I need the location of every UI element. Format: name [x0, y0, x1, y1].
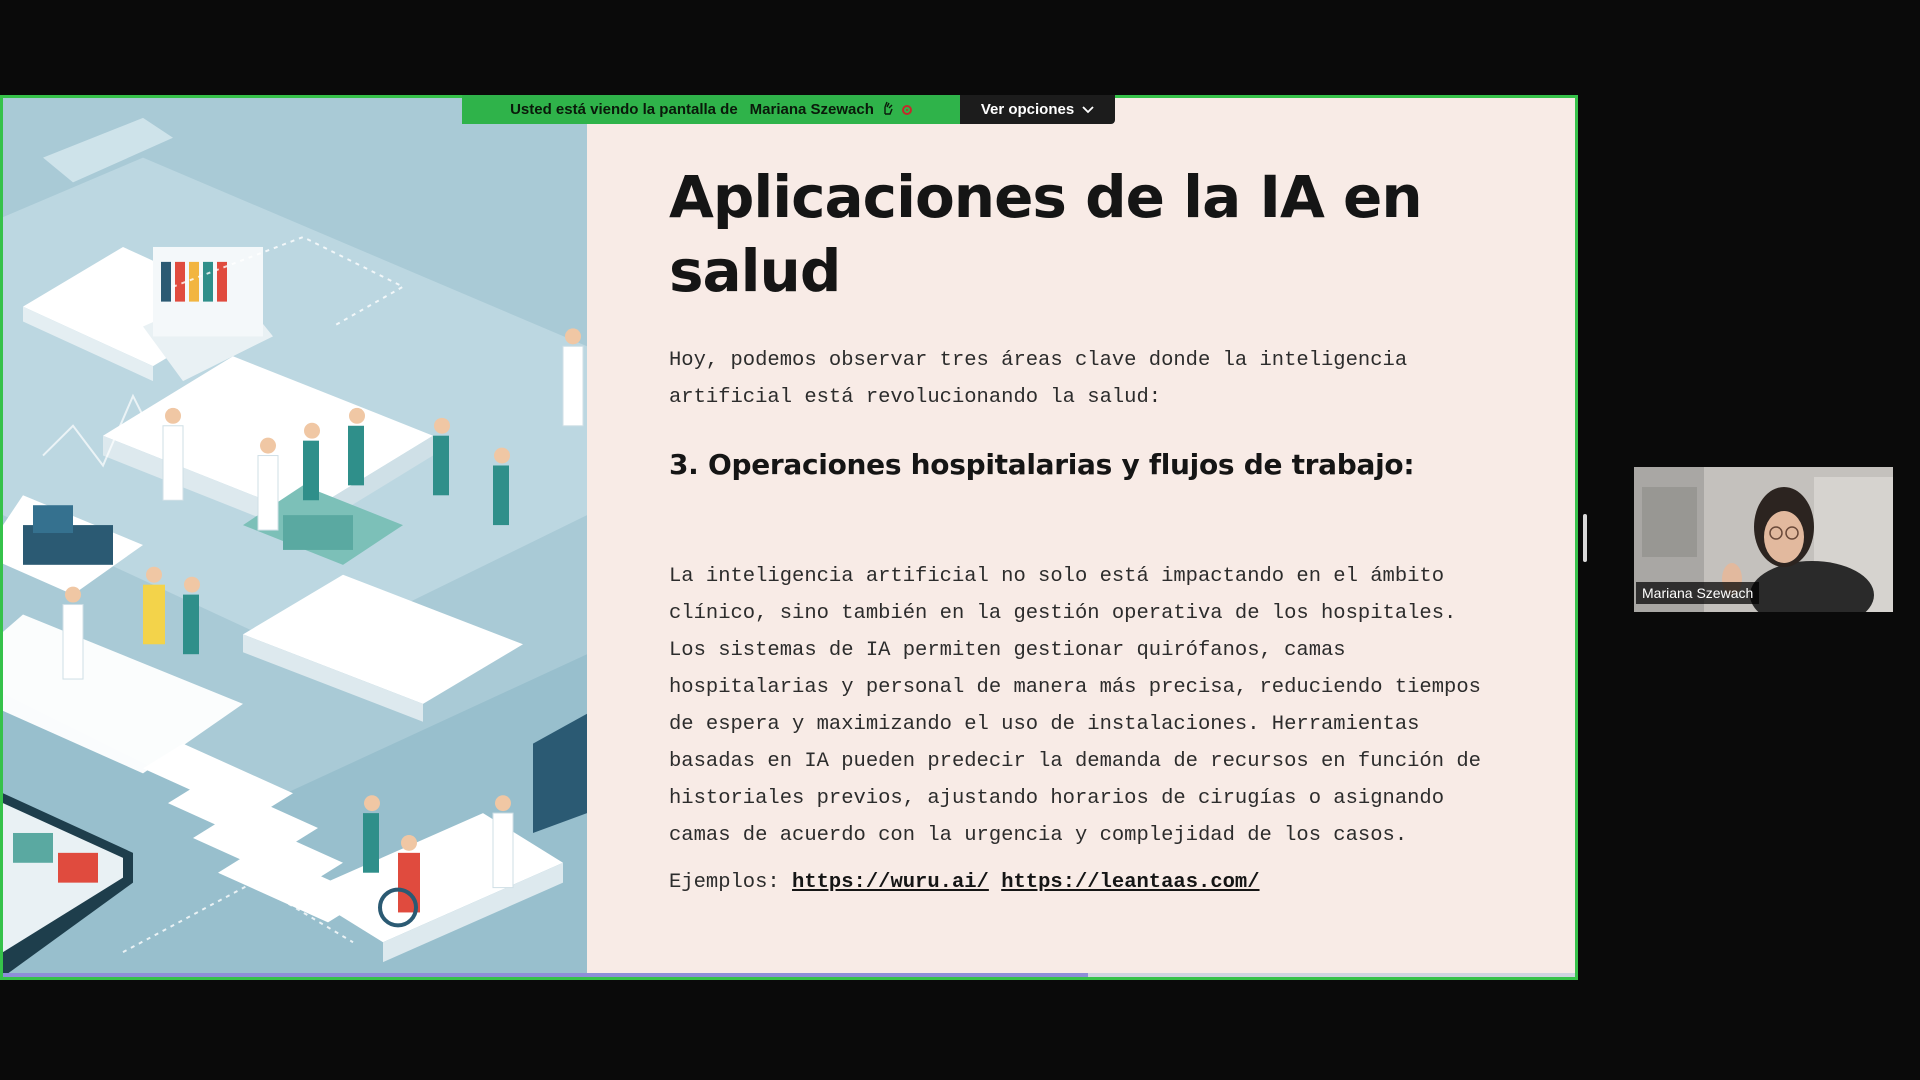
screen-share-banner: Usted está viendo la pantalla de Mariana…: [462, 95, 960, 124]
chevron-down-icon: [1082, 101, 1094, 118]
hospital-illustration: [3, 98, 587, 977]
panel-resize-handle[interactable]: [1583, 514, 1587, 562]
link-wuru[interactable]: https://wuru.ai/: [792, 871, 989, 894]
participant-video-tile[interactable]: Mariana Szewach: [1634, 467, 1893, 612]
slide-content: Aplicaciones de la IA en salud Hoy, pode…: [587, 98, 1575, 977]
view-options-button[interactable]: Ver opciones: [960, 95, 1115, 124]
banner-text: Usted está viendo la pantalla de: [510, 101, 738, 118]
shared-screen: Aplicaciones de la IA en salud Hoy, pode…: [0, 95, 1578, 980]
slide-progress-fill: [3, 973, 1088, 977]
hand-raise-icon: [882, 101, 894, 119]
examples-line: Ejemplos: https://wuru.ai/ https://leant…: [669, 864, 1260, 901]
slide-intro: Hoy, podemos observar tres áreas clave d…: [669, 349, 1408, 409]
slide-progress-bar: [3, 973, 1575, 977]
section-heading: 3. Operaciones hospitalarias y flujos de…: [669, 448, 1415, 481]
participant-name-label: Mariana Szewach: [1636, 582, 1760, 604]
record-icon: [901, 104, 912, 115]
examples-label: Ejemplos:: [669, 871, 780, 894]
banner-presenter-name: Mariana Szewach: [749, 101, 874, 118]
slide-title: Aplicaciones de la IA en salud: [669, 163, 1423, 305]
hospital-illustration-art: [3, 98, 587, 977]
slide-body: La inteligencia artificial no solo está …: [669, 565, 1481, 847]
link-leantaas[interactable]: https://leantaas.com/: [1001, 871, 1259, 894]
view-options-label: Ver opciones: [980, 101, 1075, 118]
